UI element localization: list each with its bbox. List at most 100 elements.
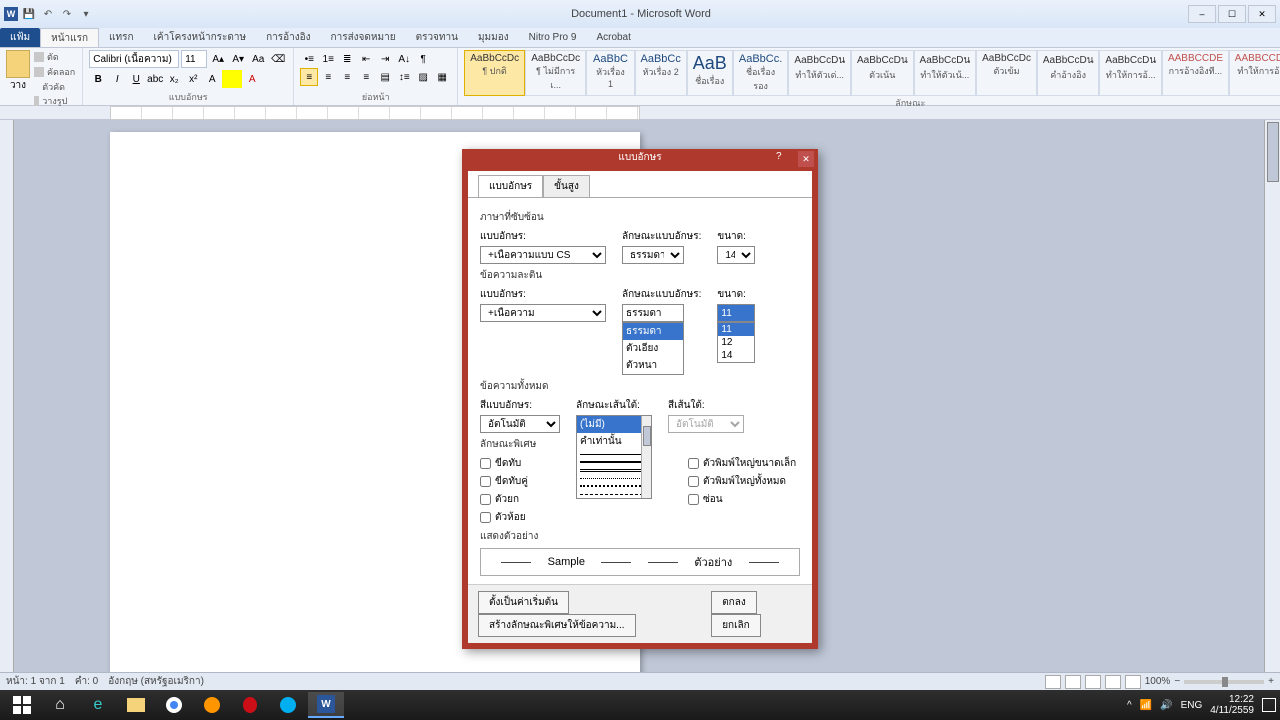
zoom-thumb[interactable] xyxy=(1222,677,1228,687)
check-double-strike[interactable]: ขีดทับคู่ xyxy=(480,474,528,489)
tray-network-icon[interactable]: 📶 xyxy=(1140,700,1152,711)
style-item[interactable]: AABBCCDEการอ้างอิงที... xyxy=(1162,50,1229,96)
dialog-tab-advanced[interactable]: ขั้นสูง xyxy=(543,175,590,197)
qat-save-icon[interactable]: 💾 xyxy=(21,6,37,22)
underline-list-scrollbar[interactable] xyxy=(641,416,651,498)
style-item[interactable]: AaBbCcDนทำให้ตัวเน้... xyxy=(914,50,977,96)
zoom-out-button[interactable]: − xyxy=(1174,676,1180,687)
tray-time[interactable]: 12:22 xyxy=(1210,694,1254,705)
line-spacing-button[interactable]: ↕≡ xyxy=(395,68,413,86)
italic-button[interactable]: I xyxy=(108,70,126,88)
underline-opt-thick[interactable] xyxy=(577,458,651,466)
view-web[interactable] xyxy=(1085,675,1101,689)
show-marks-button[interactable]: ¶ xyxy=(414,50,432,68)
vertical-ruler[interactable] xyxy=(0,120,14,694)
style-item[interactable]: AaBbCcDนคำอ้างอิง xyxy=(1037,50,1100,96)
align-left-button[interactable]: ≡ xyxy=(300,68,318,86)
tab-references[interactable]: การอ้างอิง xyxy=(256,28,320,47)
status-words[interactable]: คำ: 0 xyxy=(75,674,98,689)
skype-icon[interactable] xyxy=(270,692,306,718)
paste-button[interactable]: วาง xyxy=(6,50,30,93)
bold-button[interactable]: B xyxy=(89,70,107,88)
sort-button[interactable]: A↓ xyxy=(395,50,413,68)
chrome-icon[interactable] xyxy=(156,692,192,718)
zoom-slider[interactable] xyxy=(1184,680,1264,684)
underline-opt-words[interactable]: คำเท่านั้น xyxy=(577,433,651,450)
strike-button[interactable]: abc xyxy=(146,70,164,88)
inc-indent-button[interactable]: ⇥ xyxy=(376,50,394,68)
dialog-tab-font[interactable]: แบบอักษร xyxy=(478,175,543,197)
dialog-help-button[interactable]: ? xyxy=(776,151,792,167)
align-center-button[interactable]: ≡ xyxy=(319,68,337,86)
tab-layout[interactable]: เค้าโครงหน้ากระดาษ xyxy=(144,28,257,47)
underline-opt-double[interactable] xyxy=(577,466,651,474)
change-case-button[interactable]: Aa xyxy=(249,50,267,68)
style-item[interactable]: AaBbCcDc¶ ปกติ xyxy=(464,50,525,96)
maximize-button[interactable]: ☐ xyxy=(1218,5,1246,23)
size-opt-11[interactable]: 11 xyxy=(718,323,754,336)
multilevel-button[interactable]: ≣ xyxy=(338,50,356,68)
align-right-button[interactable]: ≡ xyxy=(338,68,356,86)
size-opt-12[interactable]: 12 xyxy=(718,336,754,349)
font-name-combo[interactable] xyxy=(89,50,179,68)
file-tab[interactable]: แฟ้ม xyxy=(0,28,40,47)
view-draft[interactable] xyxy=(1125,675,1141,689)
check-smallcaps[interactable]: ตัวพิมพ์ใหญ่ขนาดเล็ก xyxy=(688,456,796,471)
underline-dropdown-list[interactable]: (ไม่มี) คำเท่านั้น xyxy=(576,415,652,499)
style-item[interactable]: AaBbCc.ชื่อเรื่องรอง xyxy=(733,50,789,96)
style-item[interactable]: AaBbCหัวเรื่อง 1 xyxy=(586,50,634,96)
latin-size-list[interactable]: 11 12 14 xyxy=(717,322,755,363)
tray-date[interactable]: 4/11/2559 xyxy=(1210,705,1254,716)
tab-home[interactable]: หน้าแรก xyxy=(40,28,99,47)
explorer-icon[interactable] xyxy=(118,692,154,718)
minimize-button[interactable]: – xyxy=(1188,5,1216,23)
style-item[interactable]: AaBbCcDนทำให้ตัวเด่... xyxy=(788,50,851,96)
font-color-combo[interactable]: อัตโนมัติ xyxy=(480,415,560,433)
check-allcaps[interactable]: ตัวพิมพ์ใหญ่ทั้งหมด xyxy=(688,474,796,489)
superscript-button[interactable]: x² xyxy=(184,70,202,88)
qat-redo-icon[interactable]: ↷ xyxy=(59,6,75,22)
highlight-button[interactable] xyxy=(222,70,242,88)
underline-button[interactable]: U xyxy=(127,70,145,88)
check-superscript[interactable]: ตัวยก xyxy=(480,492,528,507)
tray-lang[interactable]: ENG xyxy=(1181,700,1203,711)
zoom-in-button[interactable]: + xyxy=(1268,676,1274,687)
dec-indent-button[interactable]: ⇤ xyxy=(357,50,375,68)
tab-nitro[interactable]: Nitro Pro 9 xyxy=(519,28,587,47)
style-opt-italic[interactable]: ตัวเอียง xyxy=(623,340,683,357)
underline-opt-none[interactable]: (ไม่มี) xyxy=(577,416,651,433)
underline-opt-dotted-thick[interactable] xyxy=(577,482,651,490)
font-color-button[interactable]: A xyxy=(243,70,261,88)
close-button[interactable]: ✕ xyxy=(1248,5,1276,23)
opera-icon[interactable] xyxy=(232,692,268,718)
dialog-close-button[interactable]: ✕ xyxy=(798,151,814,167)
tray-notifications-icon[interactable] xyxy=(1262,698,1276,712)
tray-volume-icon[interactable]: 🔊 xyxy=(1160,700,1172,711)
underline-opt-dotted[interactable] xyxy=(577,474,651,482)
distributed-button[interactable]: ▤ xyxy=(376,68,394,86)
check-subscript[interactable]: ตัวห้อย xyxy=(480,510,528,525)
set-default-button[interactable]: ตั้งเป็นค่าเริ่มต้น xyxy=(478,591,569,614)
ok-button[interactable]: ตกลง xyxy=(711,591,757,614)
tab-mailings[interactable]: การส่งจดหมาย xyxy=(321,28,406,47)
underline-list-thumb[interactable] xyxy=(643,426,651,446)
word-taskbar-icon[interactable]: W xyxy=(308,692,344,718)
subscript-button[interactable]: x₂ xyxy=(165,70,183,88)
shrink-font-button[interactable]: A▾ xyxy=(229,50,247,68)
align-justify-button[interactable]: ≡ xyxy=(357,68,375,86)
style-opt-bold[interactable]: ตัวหนา xyxy=(623,357,683,374)
tray-up-icon[interactable]: ^ xyxy=(1127,700,1132,711)
status-page[interactable]: หน้า: 1 จาก 1 xyxy=(6,674,65,689)
cs-font-combo[interactable]: +เนื้อความแบบ CS xyxy=(480,246,606,264)
latin-style-input[interactable] xyxy=(622,304,684,322)
tab-view[interactable]: มุมมอง xyxy=(468,28,519,47)
style-item[interactable]: AABBCCDEทำให้การอ้... xyxy=(1229,50,1280,96)
cs-size-combo[interactable]: 14 xyxy=(717,246,755,264)
cs-style-combo[interactable]: ธรรมดา xyxy=(622,246,684,264)
tab-acrobat[interactable]: Acrobat xyxy=(586,28,640,47)
underline-opt-single[interactable] xyxy=(577,450,651,458)
style-item[interactable]: AaBbCcหัวเรื่อง 2 xyxy=(635,50,687,96)
copy-button[interactable]: คัดลอก xyxy=(34,65,76,79)
styles-gallery[interactable]: AaBbCcDc¶ ปกติAaBbCcDc¶ ไม่มีการเ...AaBb… xyxy=(464,50,1280,96)
underline-opt-dashed[interactable] xyxy=(577,490,651,498)
